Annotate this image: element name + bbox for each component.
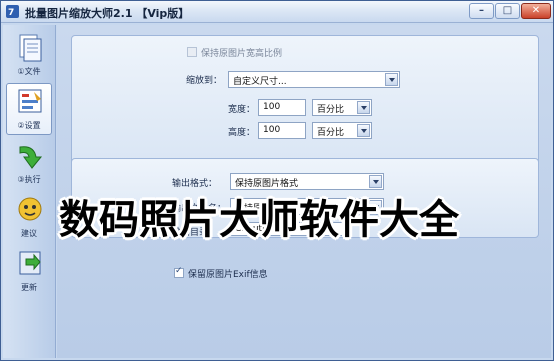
keep-exif-label: 保留原图片Exif信息 [188, 270, 268, 280]
update-icon [19, 251, 41, 275]
close-button[interactable]: ✕ [521, 3, 551, 19]
sidebar-item-update[interactable]: 更新 [6, 245, 52, 297]
keep-exif-checkbox[interactable] [174, 266, 184, 278]
width-unit-select[interactable]: 百分比 [312, 99, 372, 116]
height-unit-select[interactable]: 百分比 [312, 122, 372, 139]
close-icon: ✕ [531, 5, 541, 16]
height-label: 高度： [228, 128, 256, 138]
app-logo-icon: 7 [6, 5, 19, 18]
sidebar-item-label: 建议 [21, 229, 37, 238]
width-unit-value: 百分比 [317, 105, 345, 115]
sidebar-item-label: ①文件 [17, 67, 41, 76]
sidebar-item-label: 更新 [21, 283, 37, 292]
sidebar-item-label: ②设置 [17, 121, 41, 130]
chevron-down-icon[interactable] [385, 73, 398, 86]
sidebar-item-label: ③执行 [17, 175, 41, 184]
width-label: 宽度： [228, 105, 256, 115]
window-title: 批量图片缩放大师2.1 【Vip版】 [25, 7, 190, 20]
document-icon [19, 34, 42, 62]
height-input[interactable]: 100 [258, 122, 306, 139]
settings-form-icon [18, 89, 42, 113]
height-unit-value: 百分比 [317, 128, 345, 138]
scale-select-value: 自定义尺寸... [233, 77, 287, 87]
sidebar-item-settings[interactable]: ②设置 [6, 83, 52, 135]
minimize-button[interactable]: – [469, 3, 494, 19]
maximize-icon: □ [502, 5, 513, 16]
app-window: 7 批量图片缩放大师2.1 【Vip版】 – □ ✕ ①文件 ②设置 ③执行 建… [0, 0, 554, 361]
scale-label: 缩放到： [186, 76, 223, 86]
suggest-icon [18, 197, 42, 221]
keep-ratio-label: 保持原图片宽高比例 [201, 49, 283, 59]
minimize-icon: – [479, 5, 484, 16]
title-bar[interactable]: 7 批量图片缩放大师2.1 【Vip版】 – □ ✕ [1, 1, 553, 23]
sidebar-item-execute[interactable]: ③执行 [6, 137, 52, 189]
scale-select[interactable]: 自定义尺寸... [228, 71, 400, 88]
watermark-overlay-text: 数码照片大师软件大全 [59, 197, 459, 243]
maximize-button[interactable]: □ [495, 3, 520, 19]
sidebar-item-file[interactable]: ①文件 [6, 29, 52, 81]
svg-text:7: 7 [8, 8, 14, 18]
keep-ratio-checkbox[interactable] [187, 47, 197, 57]
green-arrow-icon [19, 146, 43, 169]
chevron-down-icon[interactable] [357, 101, 370, 114]
sidebar: ①文件 ②设置 ③执行 建议 更新 [3, 25, 56, 358]
resize-settings-panel: 保持原图片宽高比例 缩放到： 自定义尺寸... 宽度： 100 百分比 高度： … [71, 35, 539, 169]
sidebar-item-suggest[interactable]: 建议 [6, 191, 52, 243]
width-input[interactable]: 100 [258, 99, 306, 116]
chevron-down-icon[interactable] [357, 124, 370, 137]
